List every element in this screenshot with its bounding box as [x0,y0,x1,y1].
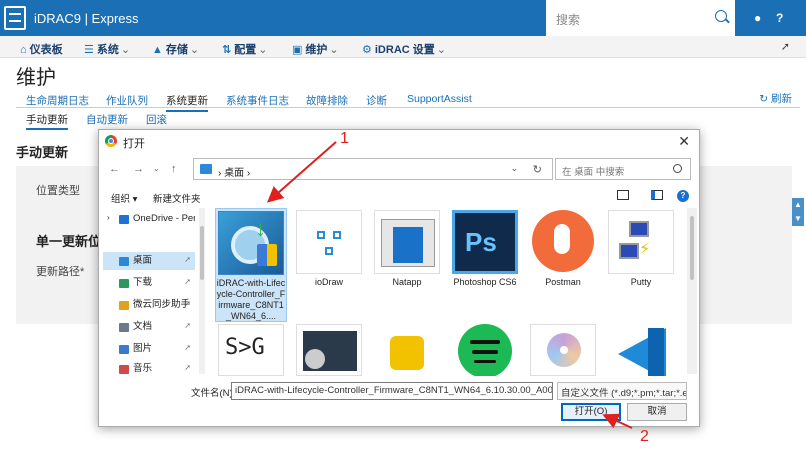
annotation-overlay [266,141,633,429]
annotation-arrow-1 [266,141,337,203]
annotation-marker-2: 2 [640,428,649,445]
annotation-marker-1: 1 [340,130,349,147]
annotation-arrow-2 [602,413,633,429]
